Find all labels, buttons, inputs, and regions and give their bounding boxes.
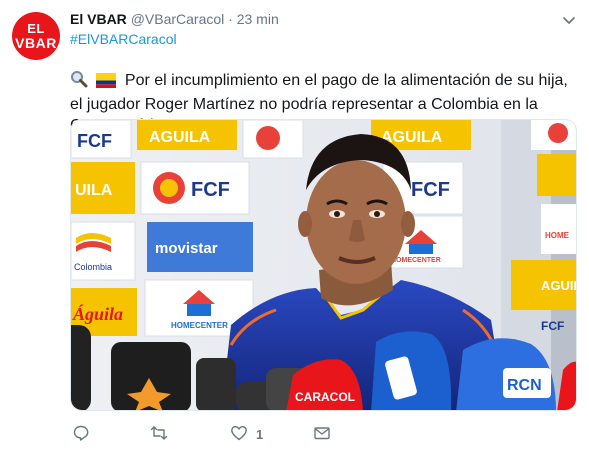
account-name[interactable]: El VBAR xyxy=(70,11,127,27)
like-button[interactable]: 1 xyxy=(230,424,263,445)
tweet-actions: 1 xyxy=(70,424,550,446)
backdrop-aguila-3: Águila xyxy=(72,303,123,324)
avatar[interactable]: EL VBAR xyxy=(12,12,60,60)
colombia-flag-icon xyxy=(96,73,117,94)
tweet-header: El VBAR @VBarCaracol · 23 min xyxy=(70,11,279,27)
backdrop-aguila-4: AGUILA xyxy=(541,278,577,293)
svg-text:FCF: FCF xyxy=(411,179,450,201)
separator-dot: · xyxy=(228,11,233,27)
like-count: 1 xyxy=(256,427,264,442)
backdrop-home: HOME xyxy=(545,231,570,240)
hashtag-link[interactable]: #ElVBARCaracol xyxy=(70,31,177,47)
retweet-button[interactable] xyxy=(150,424,168,445)
envelope-icon xyxy=(313,424,331,445)
heart-icon xyxy=(230,424,248,445)
backdrop-colombia: Colombia xyxy=(74,262,112,272)
reply-icon xyxy=(72,424,90,445)
backdrop-fcf-1: FCF xyxy=(77,131,112,151)
backdrop-aguila-1: AGUILA xyxy=(149,129,211,146)
photo-interview-scene: FCF AGUILA AGUILA UILA FCF FCF Colombia … xyxy=(71,120,577,410)
chevron-down-icon[interactable] xyxy=(560,12,578,30)
tweet-timestamp[interactable]: 23 min xyxy=(237,11,279,27)
account-handle[interactable]: @VBarCaracol xyxy=(131,11,225,27)
retweet-icon xyxy=(150,424,168,445)
avatar-text-el: EL xyxy=(27,21,45,36)
avatar-text-vbar: VBAR xyxy=(15,35,57,51)
backdrop-movistar: movistar xyxy=(155,240,218,257)
direct-message-button[interactable] xyxy=(313,424,331,445)
backdrop-fcf-3: FCF xyxy=(541,319,564,333)
backdrop-homecenter-1: HOMECENTER xyxy=(391,257,441,264)
backdrop-homecenter-2: HOMECENTER xyxy=(171,321,228,330)
mic-label-rcn: RCN xyxy=(507,377,542,394)
mic-label-caracol: CARACOL xyxy=(295,390,355,404)
magnifying-glass-icon xyxy=(70,70,88,94)
reply-button[interactable] xyxy=(72,424,90,445)
backdrop-fcf-2: FCF xyxy=(191,179,230,201)
svg-text:UILA: UILA xyxy=(75,182,113,199)
tweet-media-photo[interactable]: FCF AGUILA AGUILA UILA FCF FCF Colombia … xyxy=(70,119,577,411)
